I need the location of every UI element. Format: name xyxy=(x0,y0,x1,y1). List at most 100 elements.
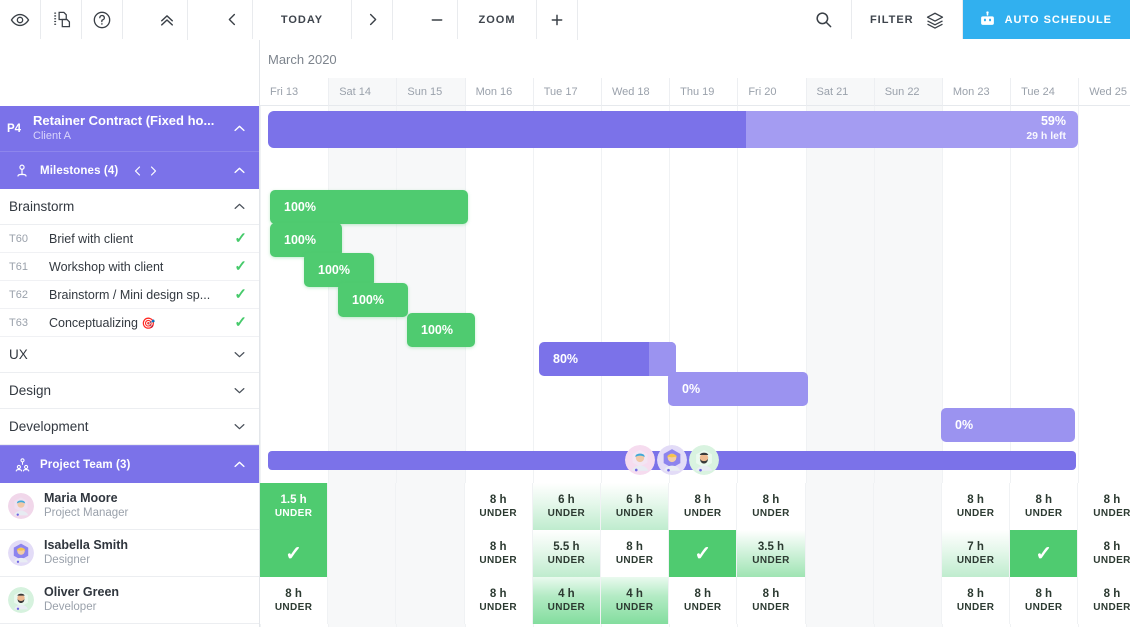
filter-button[interactable]: FILTER xyxy=(851,0,963,39)
timeline-day-header[interactable]: Fri 13 xyxy=(260,78,329,106)
sidebar-task-t63[interactable]: T63 Conceptualizing 🎯 ✓ xyxy=(0,309,259,337)
workload-cell[interactable]: 8 h UNDER xyxy=(1078,530,1130,577)
workload-cell[interactable]: ✓ xyxy=(669,530,738,577)
timeline-day-header[interactable]: Thu 19 xyxy=(669,78,738,106)
duplicate-button[interactable] xyxy=(41,0,82,39)
workload-cell[interactable]: 8 h UNDER xyxy=(942,483,1011,530)
workload-cell[interactable]: 8 h UNDER xyxy=(942,577,1011,624)
zoom-label[interactable]: ZOOM xyxy=(458,0,537,39)
avatar[interactable] xyxy=(657,445,687,475)
workload-cell[interactable] xyxy=(328,577,397,624)
workload-cell[interactable] xyxy=(873,483,942,530)
today-button[interactable]: TODAY xyxy=(253,0,352,39)
workload-cell[interactable] xyxy=(396,483,465,530)
sidebar-member-isabella-smith[interactable]: Isabella Smith Designer xyxy=(0,530,259,577)
search-button[interactable] xyxy=(796,0,852,39)
milestone-prev-icon[interactable] xyxy=(132,164,144,178)
sidebar-section-design[interactable]: Design xyxy=(0,373,259,409)
gantt-task-bar[interactable]: 100% xyxy=(270,223,342,257)
timeline-day-header[interactable]: Tue 24 xyxy=(1010,78,1079,106)
timeline-day-header[interactable]: Sun 22 xyxy=(873,78,942,106)
milestones-collapse-icon[interactable] xyxy=(232,163,247,178)
collapse-all-button[interactable] xyxy=(147,0,187,39)
sidebar-task-t60[interactable]: T60 Brief with client ✓ xyxy=(0,225,259,253)
chevron-down-icon[interactable] xyxy=(232,383,247,398)
sidebar-task-t61[interactable]: T61 Workshop with client ✓ xyxy=(0,253,259,281)
visibility-toggle-button[interactable] xyxy=(0,0,41,39)
workload-cell[interactable] xyxy=(328,483,397,530)
workload-cell[interactable] xyxy=(396,530,465,577)
workload-cell[interactable]: 8 h UNDER xyxy=(737,483,806,530)
workload-cell[interactable] xyxy=(805,483,874,530)
sidebar-project-header[interactable]: P4 Retainer Contract (Fixed ho... Client… xyxy=(0,106,259,151)
gantt-task-bar[interactable]: 0% xyxy=(941,408,1075,442)
timeline-day-header[interactable]: Mon 23 xyxy=(941,78,1011,106)
next-period-button[interactable] xyxy=(352,0,392,39)
timeline-day-header[interactable]: Wed 25 xyxy=(1078,78,1130,106)
workload-cell[interactable]: 8 h UNDER xyxy=(669,483,738,530)
workload-cell[interactable]: 8 h UNDER xyxy=(464,530,533,577)
workload-cell[interactable]: 8 h UNDER xyxy=(1078,483,1130,530)
workload-cell[interactable] xyxy=(873,530,942,577)
workload-cell[interactable]: 8 h UNDER xyxy=(464,577,533,624)
gantt-task-bar[interactable]: 100% xyxy=(407,313,475,347)
timeline-day-header[interactable]: Sat 21 xyxy=(805,78,874,106)
workload-cell[interactable] xyxy=(805,577,874,624)
sidebar-member-oliver-green[interactable]: Oliver Green Developer xyxy=(0,577,259,624)
workload-cell[interactable]: 8 h UNDER xyxy=(1010,483,1079,530)
workload-cell[interactable]: 4 h UNDER xyxy=(532,577,601,624)
workload-cell[interactable] xyxy=(873,577,942,624)
chevron-down-icon[interactable] xyxy=(232,419,247,434)
team-collapse-icon[interactable] xyxy=(232,457,247,472)
sidebar-task-t62[interactable]: T62 Brainstorm / Mini design sp... ✓ xyxy=(0,281,259,309)
milestone-next-icon[interactable] xyxy=(147,164,159,178)
workload-cell[interactable]: 5.5 h UNDER xyxy=(532,530,601,577)
workload-cell[interactable]: 8 h UNDER xyxy=(1078,577,1130,624)
gantt-task-bar[interactable]: 100% xyxy=(270,190,468,224)
timeline-day-header[interactable]: Tue 17 xyxy=(532,78,601,106)
task-done-check-icon[interactable]: ✓ xyxy=(234,315,247,330)
sidebar-section-development[interactable]: Development xyxy=(0,409,259,445)
zoom-in-button[interactable] xyxy=(537,0,577,39)
chevron-down-icon[interactable] xyxy=(232,347,247,362)
timeline-day-header[interactable]: Sat 14 xyxy=(328,78,397,106)
timeline-day-header[interactable]: Wed 18 xyxy=(600,78,670,106)
sidebar-milestones-group[interactable]: Milestones (4) xyxy=(0,151,259,189)
chevron-up-icon[interactable] xyxy=(232,199,247,214)
workload-cell[interactable] xyxy=(805,530,874,577)
workload-cell[interactable]: 3.5 h UNDER xyxy=(737,530,806,577)
workload-cell[interactable] xyxy=(328,530,397,577)
gantt-task-bar[interactable]: 0% xyxy=(668,372,808,406)
prev-period-button[interactable] xyxy=(212,0,253,39)
workload-cell[interactable]: ✓ xyxy=(260,530,329,577)
workload-cell[interactable]: 8 h UNDER xyxy=(669,577,738,624)
timeline-day-header[interactable]: Fri 20 xyxy=(737,78,806,106)
auto-schedule-button[interactable]: AUTO SCHEDULE xyxy=(962,0,1130,39)
workload-cell[interactable]: 6 h UNDER xyxy=(601,483,670,530)
chevron-up-icon[interactable] xyxy=(232,121,247,136)
avatar[interactable] xyxy=(689,445,719,475)
workload-cell[interactable]: 4 h UNDER xyxy=(601,577,670,624)
avatar[interactable] xyxy=(625,445,655,475)
project-summary-bar[interactable]: 59% 29 h left xyxy=(268,111,1078,148)
task-done-check-icon[interactable]: ✓ xyxy=(234,287,247,302)
workload-cell[interactable]: 8 h UNDER xyxy=(464,483,533,530)
workload-cell[interactable]: 8 h UNDER xyxy=(1010,577,1079,624)
task-done-check-icon[interactable]: ✓ xyxy=(234,231,247,246)
gantt-task-bar[interactable]: 80% xyxy=(539,342,676,376)
workload-cell[interactable]: 6 h UNDER xyxy=(532,483,601,530)
workload-cell[interactable] xyxy=(396,577,465,624)
gantt-task-bar[interactable]: 100% xyxy=(304,253,374,287)
sidebar-member-maria-moore[interactable]: Maria Moore Project Manager xyxy=(0,483,259,530)
workload-cell[interactable]: 8 h UNDER xyxy=(601,530,670,577)
sidebar-project-team-group[interactable]: Project Team (3) xyxy=(0,445,259,483)
help-button[interactable] xyxy=(82,0,123,39)
workload-cell[interactable]: 8 h UNDER xyxy=(260,577,329,624)
sidebar-section-brainstorm[interactable]: Brainstorm xyxy=(0,189,259,225)
timeline-day-header[interactable]: Sun 15 xyxy=(396,78,465,106)
task-done-check-icon[interactable]: ✓ xyxy=(234,259,247,274)
timeline-day-header[interactable]: Mon 16 xyxy=(464,78,533,106)
workload-cell[interactable]: 7 h UNDER xyxy=(942,530,1011,577)
gantt-task-bar[interactable]: 100% xyxy=(338,283,408,317)
sidebar-section-ux[interactable]: UX xyxy=(0,337,259,373)
